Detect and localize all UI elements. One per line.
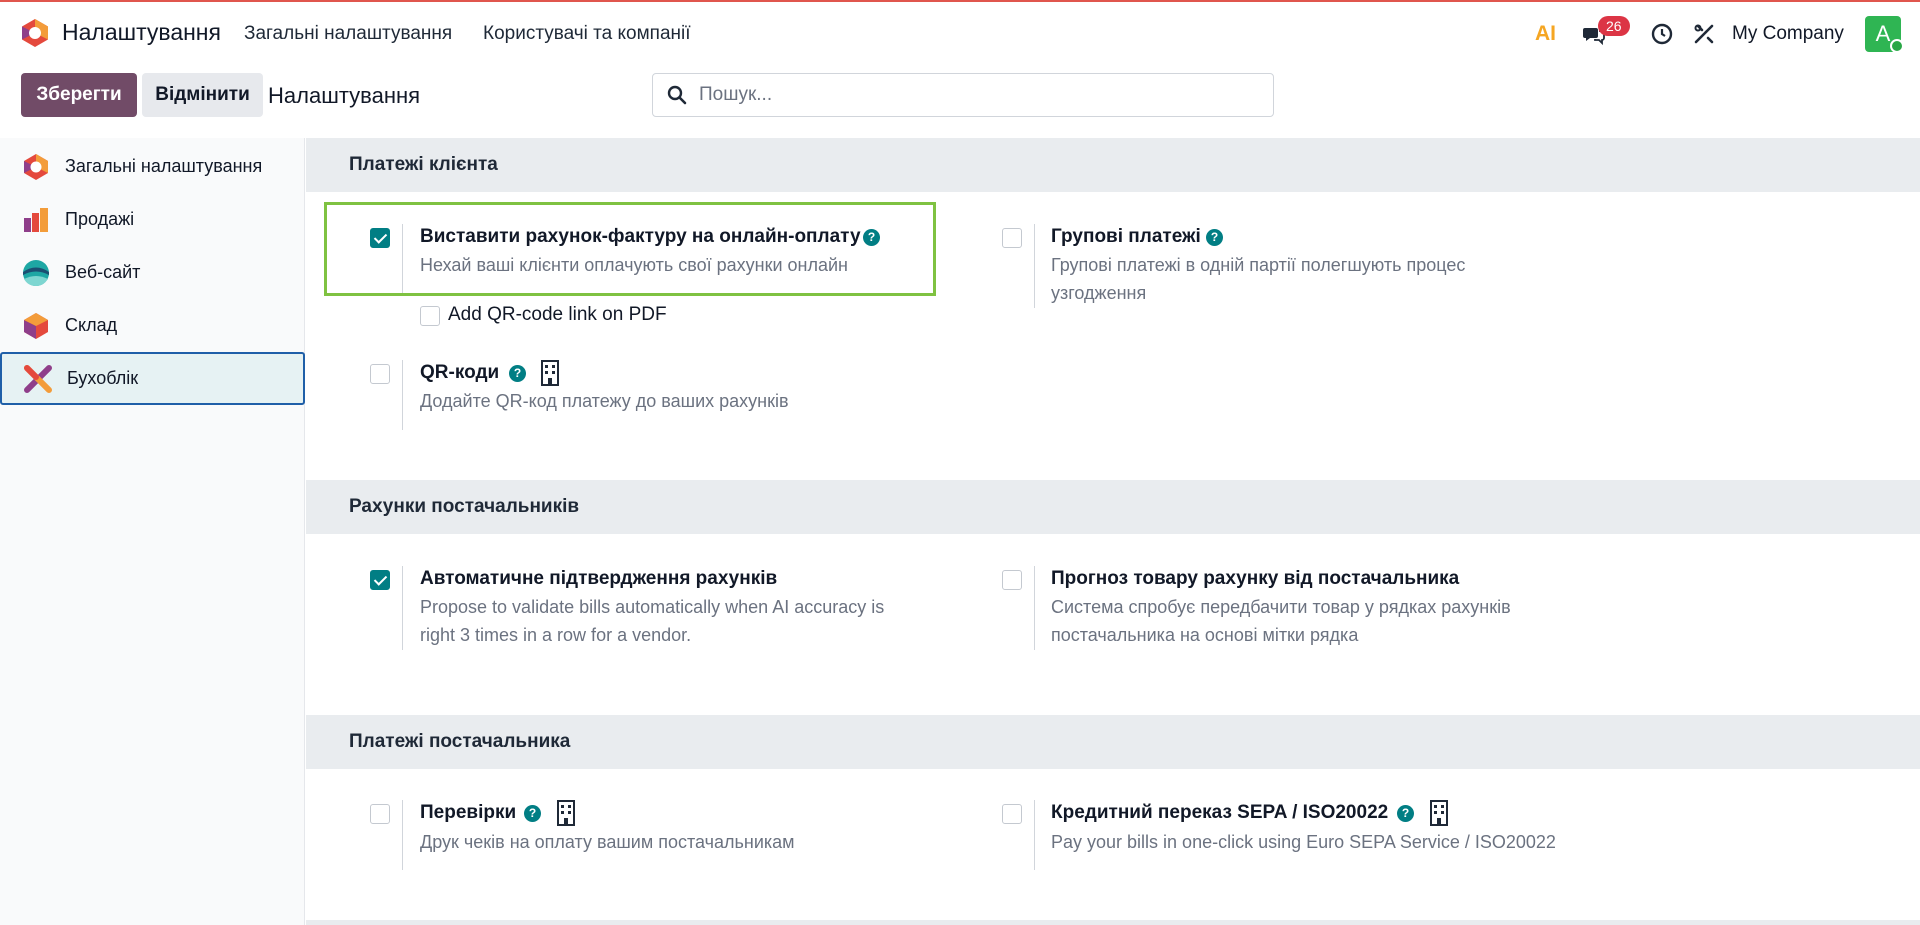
company-building-icon: [541, 360, 559, 386]
tools-icon[interactable]: [1692, 2, 1716, 66]
help-icon[interactable]: ?: [1397, 805, 1414, 822]
divider: [1034, 800, 1035, 870]
settings-sidebar: Загальні налаштування Продажі Веб-сайт С…: [0, 138, 305, 925]
sepa-desc: Pay your bills in one-click using Euro S…: [1051, 832, 1556, 852]
batch-payments-title: Групові платежі: [1051, 226, 1201, 247]
checks-desc: Друк чеків на оплату вашим постачальника…: [420, 832, 795, 852]
sidebar-item-inventory[interactable]: Склад: [0, 299, 305, 352]
checks-title: Перевірки: [420, 802, 517, 823]
app-title[interactable]: Налаштування: [62, 19, 221, 46]
product-prediction-checkbox[interactable]: [1002, 570, 1022, 590]
section-customer-payments: Платежі клієнта: [306, 138, 1920, 192]
search-box[interactable]: [652, 73, 1274, 117]
sidebar-item-website[interactable]: Веб-сайт: [0, 246, 305, 299]
qr-link-checkbox[interactable]: [420, 306, 440, 326]
company-switcher[interactable]: My Company: [1732, 23, 1844, 45]
section-vendor-payments: Платежі постачальника: [306, 715, 1920, 769]
batch-payments-desc-line2: узгодження: [1051, 283, 1147, 303]
company-building-icon: [557, 800, 575, 826]
checks-checkbox[interactable]: [370, 804, 390, 824]
divider: [402, 800, 403, 870]
qr-codes-desc: Додайте QR-код платежу до ваших рахунків: [420, 391, 789, 411]
divider: [402, 360, 403, 430]
company-building-icon: [1430, 800, 1448, 826]
help-icon[interactable]: ?: [509, 365, 526, 382]
auto-validation-desc-line1: Propose to validate bills automatically …: [420, 597, 885, 617]
odoo-logo-icon: [24, 153, 48, 180]
help-icon[interactable]: ?: [1206, 229, 1223, 246]
batch-payments-checkbox[interactable]: [1002, 228, 1022, 248]
sepa-title: Кредитний переказ SEPA / ISO20022: [1051, 802, 1389, 823]
search-icon: [667, 85, 687, 105]
product-prediction-desc-line2: постачальника на основі мітки рядка: [1051, 625, 1359, 645]
accounting-icon: [24, 364, 52, 393]
qr-codes-checkbox[interactable]: [370, 364, 390, 384]
sales-icon: [24, 207, 48, 232]
batch-payments-desc-line1: Групові платежі в одній партії полегшуют…: [1051, 255, 1466, 275]
highlight-box: [324, 202, 936, 296]
inventory-icon: [24, 312, 48, 339]
divider: [1034, 224, 1035, 308]
sidebar-item-label: Бухоблік: [67, 368, 139, 388]
save-button[interactable]: Зберегти: [21, 73, 137, 117]
product-prediction-desc-line1: Система спробує передбачити товар у рядк…: [1051, 597, 1511, 617]
qr-link-label[interactable]: Add QR-code link on PDF: [448, 304, 667, 326]
section-separator: [306, 920, 1920, 925]
sidebar-item-label: Склад: [65, 315, 118, 335]
online-status-dot: [1890, 39, 1904, 53]
search-input[interactable]: [699, 84, 1259, 106]
breadcrumb: Налаштування: [268, 83, 421, 108]
menu-general-settings[interactable]: Загальні налаштування: [244, 23, 452, 45]
section-vendor-bills: Рахунки постачальників: [306, 480, 1920, 534]
sidebar-item-label: Продажі: [65, 209, 135, 229]
clock-icon[interactable]: [1650, 2, 1674, 66]
messages-badge: 26: [1598, 16, 1630, 36]
sidebar-item-sales[interactable]: Продажі: [0, 193, 305, 246]
auto-validation-checkbox[interactable]: [370, 570, 390, 590]
auto-validation-title: Автоматичне підтвердження рахунків: [420, 568, 778, 589]
sidebar-item-accounting[interactable]: Бухоблік: [0, 352, 305, 405]
odoo-logo-icon[interactable]: [20, 18, 50, 48]
ai-icon[interactable]: AI: [1535, 2, 1561, 66]
qr-codes-title: QR-коди: [420, 362, 500, 383]
divider: [402, 566, 403, 650]
auto-validation-desc-line2: right 3 times in a row for a vendor.: [420, 625, 692, 645]
sepa-checkbox[interactable]: [1002, 804, 1022, 824]
top-navbar: Налаштування Загальні налаштування Корис…: [0, 0, 1920, 64]
help-icon[interactable]: ?: [524, 805, 541, 822]
website-icon: [23, 259, 49, 286]
discard-button[interactable]: Відмінити: [142, 73, 263, 117]
sidebar-item-label: Веб-сайт: [65, 262, 141, 282]
menu-users-companies[interactable]: Користувачі та компанії: [483, 23, 691, 45]
divider: [1034, 566, 1035, 650]
product-prediction-title: Прогноз товару рахунку від постачальника: [1051, 568, 1460, 589]
sidebar-item-label: Загальні налаштування: [65, 156, 263, 176]
sidebar-item-general-settings[interactable]: Загальні налаштування: [0, 140, 305, 193]
